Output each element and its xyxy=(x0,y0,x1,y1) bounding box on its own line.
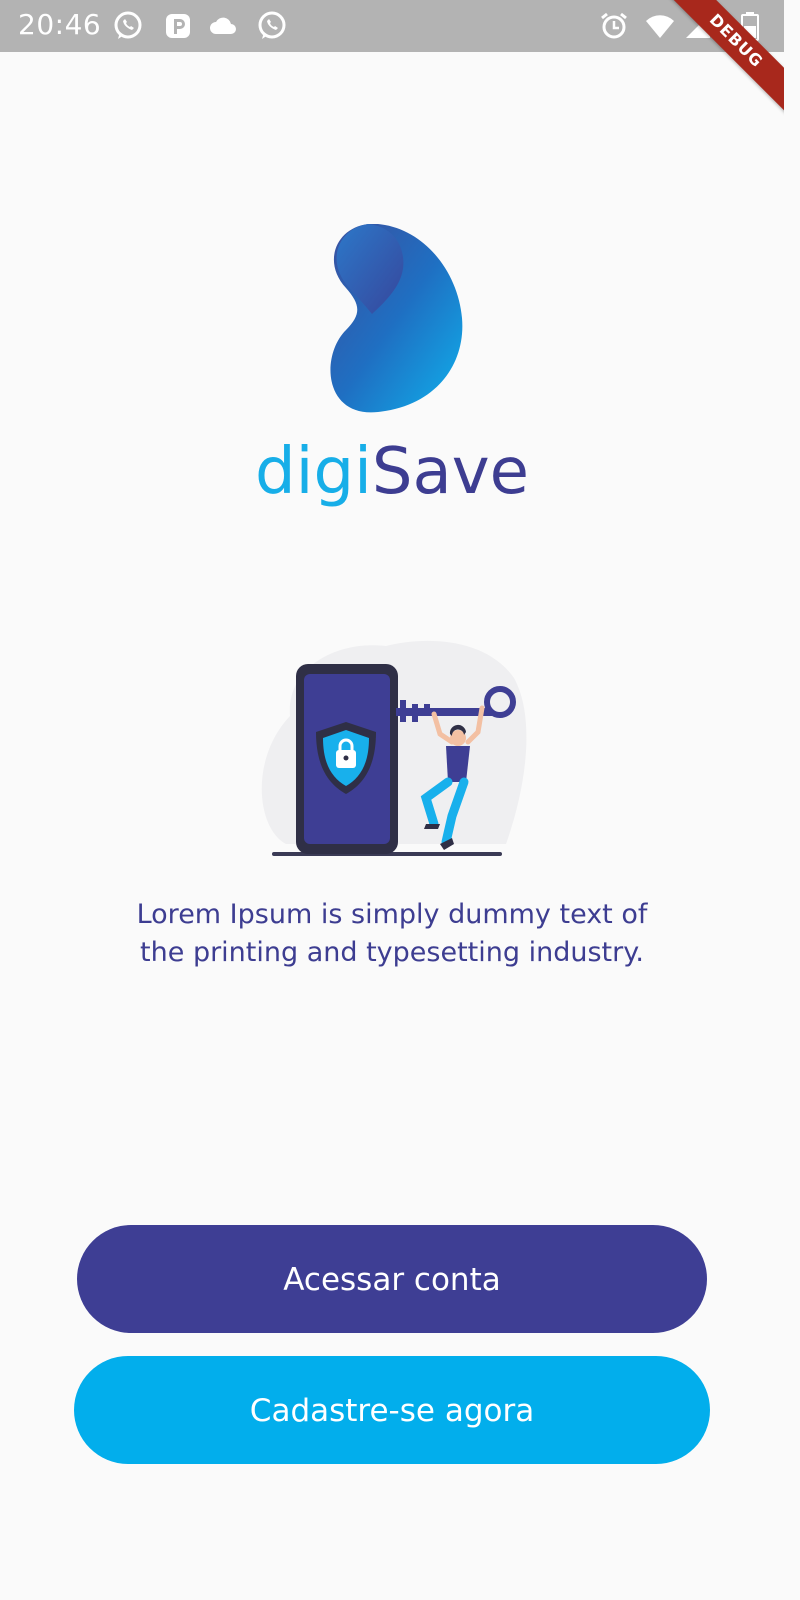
access-account-button[interactable]: Acessar conta xyxy=(77,1225,707,1333)
status-bar: 20:46 DEBUG xyxy=(0,0,784,123)
security-key-illustration xyxy=(261,640,527,856)
logo-word-digi: digi xyxy=(255,435,372,509)
logo-wordmark: digiSave xyxy=(0,432,784,512)
signup-now-button[interactable]: Cadastre-se agora xyxy=(74,1356,710,1464)
cloud-icon xyxy=(210,17,236,34)
welcome-screen: 20:46 DEBUG digiSave Lorem Ipsum is simp… xyxy=(0,0,784,1568)
logo-word-save: Save xyxy=(371,435,529,509)
digisave-logo-icon xyxy=(330,224,463,413)
alarm-icon xyxy=(601,12,627,39)
parking-icon xyxy=(166,14,190,38)
wifi-icon xyxy=(646,15,674,38)
whatsapp-icon xyxy=(258,11,286,39)
whatsapp-icon xyxy=(114,11,142,39)
status-time: 20:46 xyxy=(18,8,102,41)
welcome-description: Lorem Ipsum is simply dummy text of the … xyxy=(136,899,648,968)
